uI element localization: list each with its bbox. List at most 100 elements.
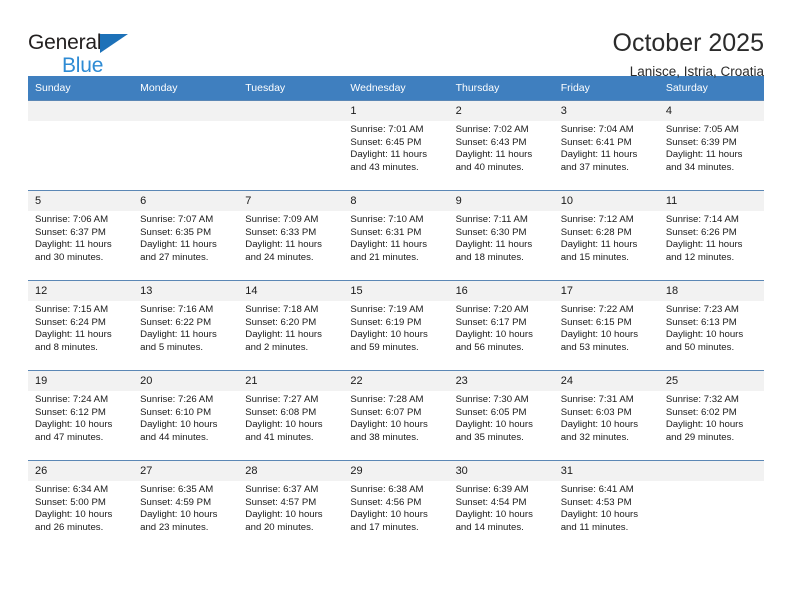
day-cell-inner: 29 Sunrise: 6:38 AM Sunset: 4:56 PM Dayligh…: [343, 461, 449, 551]
calendar-day-cell[interactable]: 19 Sunrise: 7:24 AM Sunset: 6:12 PM Dayligh…: [28, 370, 134, 461]
calendar-day-cell[interactable]: 30 Sunrise: 6:39 AM Sunset: 4:54 PM Dayligh…: [448, 460, 554, 551]
day-cell-inner: 4 Sunrise: 7:05 AM Sunset: 6:39 PM Daylight…: [658, 101, 764, 190]
day-cell-inner: 13 Sunrise: 7:16 AM Sunset: 6:22 PM Dayligh…: [133, 281, 239, 370]
day-cell-inner: 5 Sunrise: 7:06 AM Sunset: 6:37 PM Daylight…: [28, 191, 134, 280]
calendar-day-cell[interactable]: 14 Sunrise: 7:18 AM Sunset: 6:20 PM Dayligh…: [238, 280, 344, 371]
day-number: 25: [658, 371, 764, 391]
sunset-text: Sunset: 6:30 PM: [455, 226, 527, 238]
sunrise-text: Sunrise: 7:15 AM: [35, 304, 109, 315]
calendar-day-cell[interactable]: 29 Sunrise: 6:38 AM Sunset: 4:56 PM Dayligh…: [343, 460, 449, 551]
daylight-text: Daylight: 11 hours and 34 minutes.: [665, 149, 743, 173]
sunset-text: Sunset: 6:33 PM: [245, 226, 317, 238]
weekday-header-thursday: Thursday: [448, 76, 554, 101]
sunrise-text: Sunrise: 7:12 AM: [560, 214, 634, 225]
day-details: Sunrise: 7:27 AM Sunset: 6:08 PM Daylight:…: [238, 391, 343, 444]
daylight-text: Daylight: 11 hours and 43 minutes.: [350, 149, 428, 173]
calendar-day-cell[interactable]: 26 Sunrise: 6:34 AM Sunset: 5:00 PM Dayligh…: [28, 460, 134, 551]
calendar-day-cell[interactable]: 11 Sunrise: 7:14 AM Sunset: 6:26 PM Dayligh…: [658, 190, 764, 281]
day-number: [28, 101, 134, 121]
sunrise-text: Sunrise: 7:30 AM: [455, 394, 529, 405]
day-details: Sunrise: 7:28 AM Sunset: 6:07 PM Daylight:…: [343, 391, 448, 444]
day-cell-inner: 25 Sunrise: 7:32 AM Sunset: 6:02 PM Dayligh…: [658, 371, 764, 460]
daylight-text: Daylight: 11 hours and 8 minutes.: [35, 329, 112, 353]
calendar-day-cell[interactable]: 15 Sunrise: 7:19 AM Sunset: 6:19 PM Dayligh…: [343, 280, 449, 371]
sunset-text: Sunset: 6:39 PM: [665, 136, 737, 148]
daylight-text: Daylight: 10 hours and 29 minutes.: [665, 419, 744, 443]
sunrise-text: Sunrise: 7:24 AM: [35, 394, 109, 405]
sunrise-text: Sunrise: 7:31 AM: [560, 394, 634, 405]
day-number: 29: [343, 461, 449, 481]
daylight-text: Daylight: 11 hours and 12 minutes.: [665, 239, 743, 263]
calendar-day-cell[interactable]: 13 Sunrise: 7:16 AM Sunset: 6:22 PM Dayligh…: [133, 280, 239, 371]
calendar-day-cell[interactable]: 5 Sunrise: 7:06 AM Sunset: 6:37 PM Daylight…: [28, 190, 134, 281]
day-cell-inner: 16 Sunrise: 7:20 AM Sunset: 6:17 PM Dayligh…: [448, 281, 554, 370]
calendar-day-cell[interactable]: 28 Sunrise: 6:37 AM Sunset: 4:57 PM Dayligh…: [238, 460, 344, 551]
sunrise-text: Sunrise: 7:19 AM: [350, 304, 424, 315]
sunset-text: Sunset: 4:59 PM: [140, 496, 212, 508]
daylight-text: Daylight: 11 hours and 24 minutes.: [245, 239, 322, 263]
sunset-text: Sunset: 6:05 PM: [455, 406, 527, 418]
calendar-day-cell[interactable]: 24 Sunrise: 7:31 AM Sunset: 6:03 PM Dayligh…: [553, 370, 659, 461]
sunrise-text: Sunrise: 7:05 AM: [665, 124, 739, 135]
sunset-text: Sunset: 4:53 PM: [560, 496, 632, 508]
calendar-day-cell[interactable]: 4 Sunrise: 7:05 AM Sunset: 6:39 PM Daylight…: [658, 100, 764, 191]
day-cell-inner: 8 Sunrise: 7:10 AM Sunset: 6:31 PM Daylight…: [343, 191, 449, 280]
calendar-day-cell[interactable]: 3 Sunrise: 7:04 AM Sunset: 6:41 PM Daylight…: [553, 100, 659, 191]
calendar-day-cell[interactable]: 27 Sunrise: 6:35 AM Sunset: 4:59 PM Dayligh…: [133, 460, 239, 551]
daylight-text: Daylight: 10 hours and 23 minutes.: [140, 509, 218, 533]
day-number: 21: [238, 371, 344, 391]
calendar-day-cell[interactable]: 9 Sunrise: 7:11 AM Sunset: 6:30 PM Daylight…: [448, 190, 554, 281]
day-cell-inner: 24 Sunrise: 7:31 AM Sunset: 6:03 PM Dayligh…: [553, 371, 659, 460]
calendar-day-cell[interactable]: 25 Sunrise: 7:32 AM Sunset: 6:02 PM Dayligh…: [658, 370, 764, 461]
day-number: 4: [658, 101, 764, 121]
calendar-day-cell-empty: [28, 100, 134, 191]
sunset-text: Sunset: 6:41 PM: [560, 136, 632, 148]
day-number: 13: [133, 281, 239, 301]
calendar-day-cell[interactable]: 16 Sunrise: 7:20 AM Sunset: 6:17 PM Dayligh…: [448, 280, 554, 371]
sunset-text: Sunset: 6:10 PM: [140, 406, 212, 418]
sunset-text: Sunset: 6:28 PM: [560, 226, 632, 238]
calendar-day-cell[interactable]: 12 Sunrise: 7:15 AM Sunset: 6:24 PM Dayligh…: [28, 280, 134, 371]
day-cell-inner: [238, 101, 344, 190]
day-details: Sunrise: 7:05 AM Sunset: 6:39 PM Daylight:…: [659, 121, 764, 174]
daylight-text: Daylight: 10 hours and 11 minutes.: [560, 509, 639, 533]
sunrise-text: Sunrise: 7:10 AM: [350, 214, 424, 225]
day-details: Sunrise: 7:11 AM Sunset: 6:30 PM Daylight:…: [449, 211, 554, 264]
daylight-text: Daylight: 11 hours and 18 minutes.: [455, 239, 533, 263]
sunset-text: Sunset: 6:13 PM: [665, 316, 737, 328]
calendar-day-cell[interactable]: 23 Sunrise: 7:30 AM Sunset: 6:05 PM Dayligh…: [448, 370, 554, 461]
calendar-day-cell[interactable]: 20 Sunrise: 7:26 AM Sunset: 6:10 PM Dayligh…: [133, 370, 239, 461]
day-details: Sunrise: 6:37 AM Sunset: 4:57 PM Daylight:…: [238, 481, 343, 534]
day-cell-inner: 14 Sunrise: 7:18 AM Sunset: 6:20 PM Dayligh…: [238, 281, 344, 370]
calendar-day-cell[interactable]: 8 Sunrise: 7:10 AM Sunset: 6:31 PM Daylight…: [343, 190, 449, 281]
day-details: Sunrise: 7:30 AM Sunset: 6:05 PM Daylight:…: [449, 391, 554, 444]
calendar-day-cell[interactable]: 17 Sunrise: 7:22 AM Sunset: 6:15 PM Dayligh…: [553, 280, 659, 371]
calendar-day-cell[interactable]: 18 Sunrise: 7:23 AM Sunset: 6:13 PM Dayligh…: [658, 280, 764, 371]
sunset-text: Sunset: 6:24 PM: [35, 316, 106, 328]
sunset-text: Sunset: 6:08 PM: [245, 406, 317, 418]
calendar-day-cell[interactable]: 21 Sunrise: 7:27 AM Sunset: 6:08 PM Dayligh…: [238, 370, 344, 461]
brand-text-blue: Blue: [62, 54, 104, 77]
sunset-text: Sunset: 6:31 PM: [350, 226, 422, 238]
calendar-day-cell[interactable]: 1 Sunrise: 7:01 AM Sunset: 6:45 PM Daylight…: [343, 100, 449, 191]
day-number: [133, 101, 239, 121]
calendar-day-cell-empty: [133, 100, 239, 191]
calendar-day-cell[interactable]: 22 Sunrise: 7:28 AM Sunset: 6:07 PM Dayligh…: [343, 370, 449, 461]
calendar-day-cell[interactable]: 7 Sunrise: 7:09 AM Sunset: 6:33 PM Daylight…: [238, 190, 344, 281]
triangle-icon: [100, 34, 128, 53]
calendar-day-cell[interactable]: 6 Sunrise: 7:07 AM Sunset: 6:35 PM Daylight…: [133, 190, 239, 281]
day-details: Sunrise: 7:16 AM Sunset: 6:22 PM Daylight:…: [133, 301, 238, 354]
daylight-text: Daylight: 11 hours and 5 minutes.: [140, 329, 217, 353]
page-title: October 2025: [612, 29, 765, 57]
day-cell-inner: 28 Sunrise: 6:37 AM Sunset: 4:57 PM Dayligh…: [238, 461, 344, 551]
day-details: Sunrise: 7:10 AM Sunset: 6:31 PM Daylight:…: [343, 211, 448, 264]
day-cell-inner: 2 Sunrise: 7:02 AM Sunset: 6:43 PM Daylight…: [448, 101, 554, 190]
day-details: Sunrise: 7:06 AM Sunset: 6:37 PM Daylight:…: [28, 211, 133, 264]
calendar-day-cell[interactable]: 2 Sunrise: 7:02 AM Sunset: 6:43 PM Daylight…: [448, 100, 554, 191]
calendar-day-cell[interactable]: 31 Sunrise: 6:41 AM Sunset: 4:53 PM Dayligh…: [553, 460, 659, 551]
day-number: 23: [448, 371, 554, 391]
calendar-table: Sunday Monday Tuesday Wednesday Thursday Frid…: [28, 76, 764, 551]
day-details: Sunrise: 7:31 AM Sunset: 6:03 PM Daylight:…: [554, 391, 659, 444]
calendar-day-cell[interactable]: 10 Sunrise: 7:12 AM Sunset: 6:28 PM Dayligh…: [553, 190, 659, 281]
day-cell-inner: 23 Sunrise: 7:30 AM Sunset: 6:05 PM Dayligh…: [448, 371, 554, 460]
